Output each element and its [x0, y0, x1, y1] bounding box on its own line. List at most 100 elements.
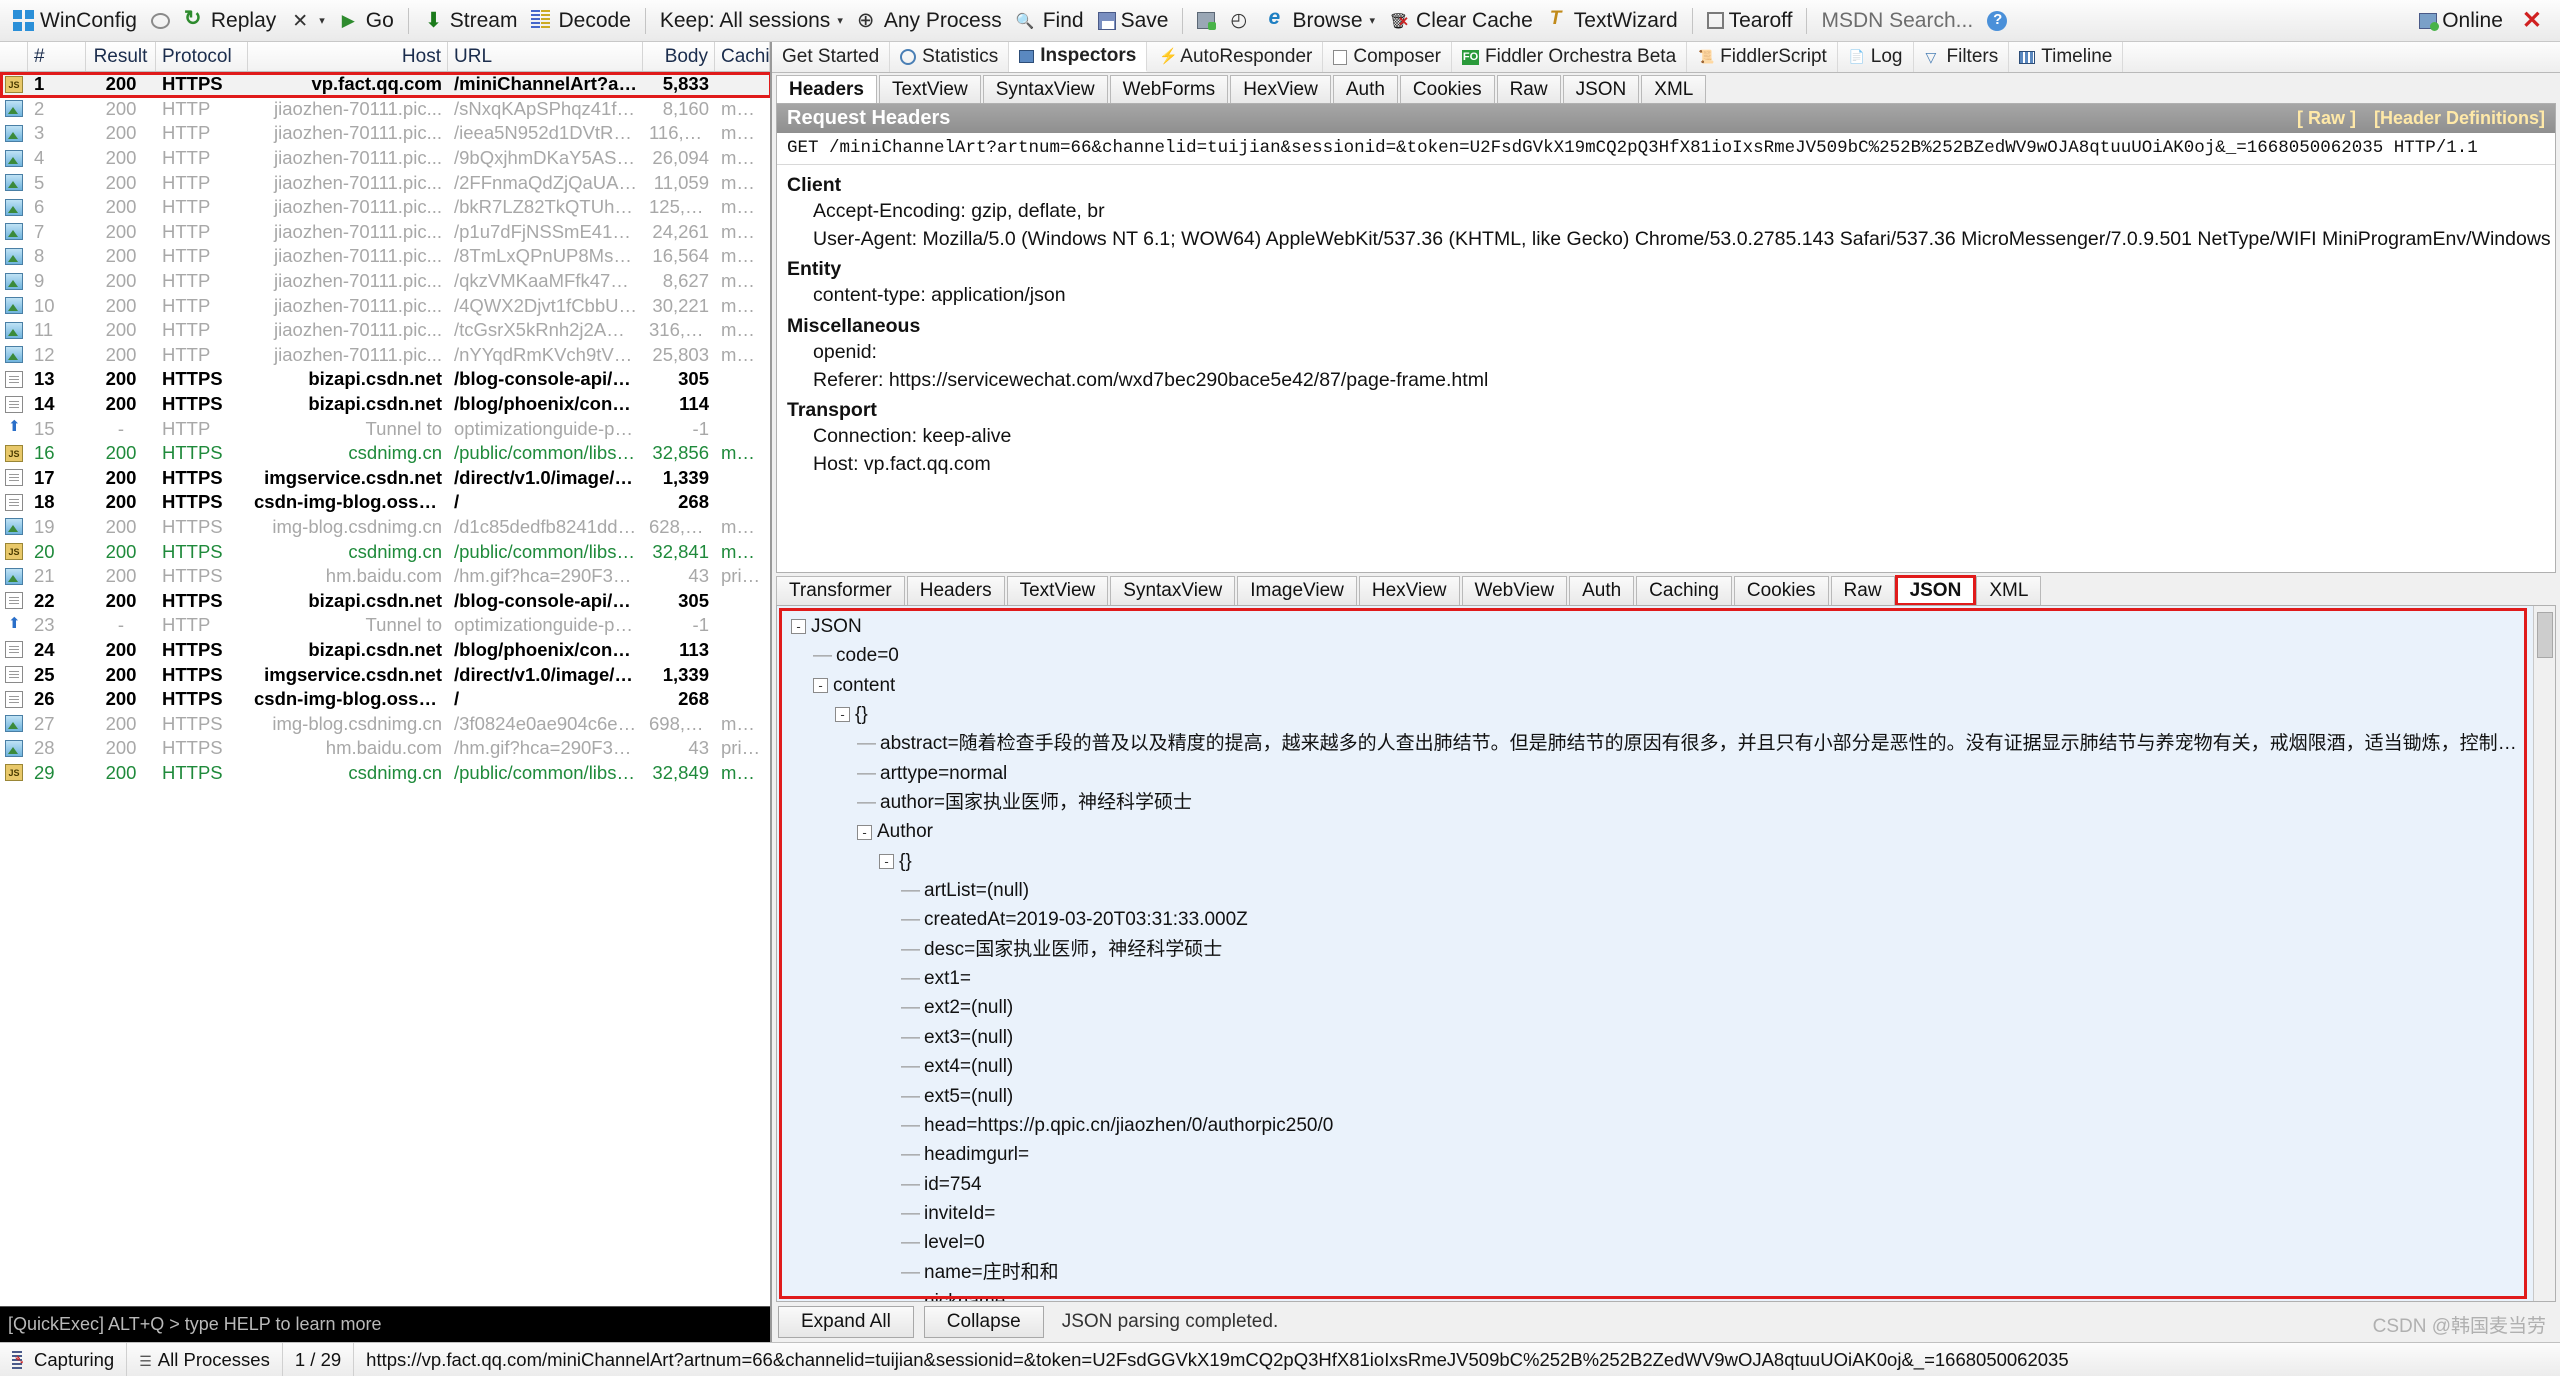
table-row[interactable]: 9 200 HTTP jiaozhen-70111.pic... /qkzVMKaaMF… — [0, 269, 770, 294]
close-icon[interactable]: ✕ — [2514, 6, 2550, 35]
json-tree-node[interactable]: - JSON — [791, 612, 2533, 641]
subtab-caching[interactable]: Caching — [1636, 576, 1732, 605]
table-row[interactable]: 5 200 HTTP jiaozhen-70111.pic... /2FFnmaQdZj… — [0, 170, 770, 195]
table-row[interactable]: 10 200 HTTP jiaozhen-70111.pic... /4QWX2Djvt… — [0, 293, 770, 318]
table-row[interactable]: 24 200 HTTPS bizapi.csdn.net/blog/phoenix/c… — [0, 638, 770, 663]
table-row[interactable]: 3 200 HTTP jiaozhen-70111.pic... /ieea5N952d… — [0, 121, 770, 146]
textwizard-button[interactable]: TextWizard — [1540, 4, 1685, 38]
subtab-imageview[interactable]: ImageView — [1237, 576, 1357, 605]
column-header-number[interactable]: # — [28, 42, 86, 71]
table-row[interactable]: 7 200 HTTP jiaozhen-70111.pic... /p1u7dFjNSS… — [0, 220, 770, 245]
browse-button[interactable]: Browse ▾ — [1258, 4, 1382, 38]
column-header-host[interactable]: Host — [248, 42, 448, 71]
subtab-raw[interactable]: Raw — [1496, 75, 1561, 103]
json-tree-node[interactable]: — arttype=normal — [791, 759, 2533, 788]
stream-button[interactable]: Stream — [416, 4, 525, 38]
table-row[interactable]: 14 200 HTTPS bizapi.csdn.net/blog/phoenix/c… — [0, 392, 770, 417]
header-definitions-link[interactable]: [Header Definitions] — [2374, 108, 2545, 129]
json-tree-node[interactable]: — ext4=(null) — [791, 1052, 2533, 1081]
capturing-status[interactable]: Capturing — [0, 1343, 128, 1376]
json-tree-node[interactable]: - Author — [791, 817, 2533, 846]
table-row[interactable]: 18 200 HTTPS csdn-img-blog.oss-c... / 268 — [0, 490, 770, 515]
tab-autoresponder[interactable]: AutoResponder — [1147, 42, 1324, 72]
tab-fiddlerscript[interactable]: FiddlerScript — [1687, 42, 1838, 72]
tab-inspectors[interactable]: Inspectors — [1009, 42, 1148, 72]
table-row[interactable]: 2 200 HTTP jiaozhen-70111.pic... /sNxqKApSPh… — [0, 97, 770, 122]
column-header-icon[interactable] — [0, 42, 28, 71]
table-row[interactable]: 22 200 HTTPS bizapi.csdn.net/blog-console-a… — [0, 588, 770, 613]
keep-sessions-dropdown[interactable]: Keep: All sessions ▾ — [653, 4, 850, 38]
json-tree-node[interactable]: — code=0 — [791, 641, 2533, 670]
help-button[interactable] — [1980, 4, 2014, 38]
save-button[interactable]: Save — [1091, 4, 1176, 38]
column-header-url[interactable]: URL — [448, 42, 643, 71]
main-tabstrip[interactable]: Get Started Statistics Inspectors AutoRespo… — [772, 42, 2560, 73]
table-row[interactable]: 4 200 HTTP jiaozhen-70111.pic... /9bQxjhmDKa… — [0, 146, 770, 171]
json-tree-node[interactable]: — ext5=(null) — [791, 1082, 2533, 1111]
subtab-auth[interactable]: Auth — [1569, 576, 1635, 605]
table-row[interactable]: 13 200 HTTPS bizapi.csdn.net/blog-console-a… — [0, 367, 770, 392]
comment-button[interactable] — [144, 4, 177, 38]
table-row[interactable]: JS 16 200 HTTPS csdnimg.cn/public/common/lib… — [0, 441, 770, 466]
column-header-caching[interactable]: Caching — [715, 42, 770, 71]
tab-filters[interactable]: Filters — [1914, 42, 2010, 72]
column-header-body[interactable]: Body — [643, 42, 715, 71]
table-row[interactable]: JS 20 200 HTTPS csdnimg.cn/public/common/lib… — [0, 539, 770, 564]
msdn-search-input[interactable]: MSDN Search... — [1814, 4, 1980, 38]
process-filter-status[interactable]: All Processes — [127, 1343, 283, 1376]
table-row[interactable]: JS 1 200 HTTPS vp.fact.qq.com/miniChannelArt… — [0, 72, 770, 97]
json-tree-node[interactable]: — desc=国家执业医师，神经科学硕士 — [791, 935, 2533, 964]
table-row[interactable]: 15 - HTTP Tunnel to optimizationguide-pa.goo… — [0, 416, 770, 441]
capture-screenshot-button[interactable] — [1190, 4, 1222, 38]
table-row[interactable]: 6 200 HTTP jiaozhen-70111.pic... /bkR7LZ82Tk… — [0, 195, 770, 220]
table-row[interactable]: 27 200 HTTPS img-blog.csdnimg.cn/3f0824e0ae… — [0, 711, 770, 736]
json-tree-node[interactable]: — head=https://p.qpic.cn/jiaozhen/0/autho… — [791, 1111, 2533, 1140]
subtab-webview[interactable]: WebView — [1461, 576, 1568, 605]
subtab-transformer[interactable]: Transformer — [776, 576, 905, 605]
table-row[interactable]: 19 200 HTTPS img-blog.csdnimg.cn/d1c85dedfb… — [0, 515, 770, 540]
expand-all-button[interactable]: Expand All — [778, 1306, 914, 1338]
decode-button[interactable]: Decode — [524, 4, 637, 38]
json-tree-node[interactable]: -{} — [791, 700, 2533, 729]
subtab-cookies[interactable]: Cookies — [1733, 576, 1829, 605]
table-row[interactable]: 11 200 HTTP jiaozhen-70111.pic... /tcGsrX5kR… — [0, 318, 770, 343]
winconfig-button[interactable]: WinConfig — [6, 4, 144, 38]
request-tabstrip[interactable]: Headers TextView SyntaxView WebForms HexView… — [772, 73, 2560, 103]
json-scrollbar[interactable] — [2533, 606, 2555, 1301]
column-header-result[interactable]: Result — [86, 42, 156, 71]
table-row[interactable]: 8 200 HTTP jiaozhen-70111.pic... /8TmLxQPnUP… — [0, 244, 770, 269]
subtab-headers[interactable]: Headers — [906, 576, 1005, 605]
table-row[interactable]: 21 200 HTTPS hm.baidu.com/hm.gif?hca=290F38… — [0, 564, 770, 589]
tree-collapse-icon[interactable]: - — [857, 824, 872, 840]
subtab-json[interactable]: JSON — [1562, 75, 1640, 103]
tab-statistics[interactable]: Statistics — [890, 42, 1010, 72]
json-tree-node[interactable]: — ext3=(null) — [791, 1023, 2533, 1052]
tab-composer[interactable]: Composer — [1323, 42, 1452, 72]
json-tree-node[interactable]: — ext1= — [791, 964, 2533, 993]
subtab-xml[interactable]: XML — [1976, 576, 2042, 605]
subtab-hexview[interactable]: HexView — [1230, 75, 1331, 103]
go-button[interactable]: Go — [332, 4, 401, 38]
tearoff-button[interactable]: Tearoff — [1700, 4, 1800, 38]
json-tree-node[interactable]: — name=庄时和和 — [791, 1258, 2533, 1287]
subtab-hexview[interactable]: HexView — [1358, 576, 1460, 605]
column-header-protocol[interactable]: Protocol — [156, 42, 248, 71]
json-tree-node[interactable]: — inviteId= — [791, 1199, 2533, 1228]
tab-fiddler-orchestra-beta[interactable]: FO Fiddler Orchestra Beta — [1452, 42, 1688, 72]
table-row[interactable]: JS 29 200 HTTPS csdnimg.cn/public/common/lib… — [0, 761, 770, 786]
replay-button[interactable]: Replay — [177, 4, 283, 38]
tab-get-started[interactable]: Get Started — [772, 42, 891, 72]
json-scrollbar-thumb[interactable] — [2536, 612, 2553, 658]
table-row[interactable]: 17 200 HTTPS imgservice.csdn.net/direct/v1.… — [0, 466, 770, 491]
json-tree-node[interactable]: — headimgurl= — [791, 1140, 2533, 1169]
json-tree-node[interactable]: — ext2=(null) — [791, 993, 2533, 1022]
json-tree-node[interactable]: — abstract=随着检查手段的普及以及精度的提高，越来越多的人查出肺结节。但… — [791, 729, 2533, 758]
json-tree[interactable]: - JSON — code=0- content -{} — abstract=随着检查手段的… — [777, 606, 2533, 1301]
json-tree-node[interactable]: — artList=(null) — [791, 876, 2533, 905]
subtab-textview[interactable]: TextView — [1006, 576, 1109, 605]
json-tree-node[interactable]: -{} — [791, 847, 2533, 876]
tab-timeline[interactable]: Timeline — [2009, 42, 2124, 72]
subtab-json[interactable]: JSON — [1894, 575, 1977, 606]
json-tree-node[interactable]: — createdAt=2019-03-20T03:31:33.000Z — [791, 905, 2533, 934]
json-tree-node[interactable]: — id=754 — [791, 1170, 2533, 1199]
